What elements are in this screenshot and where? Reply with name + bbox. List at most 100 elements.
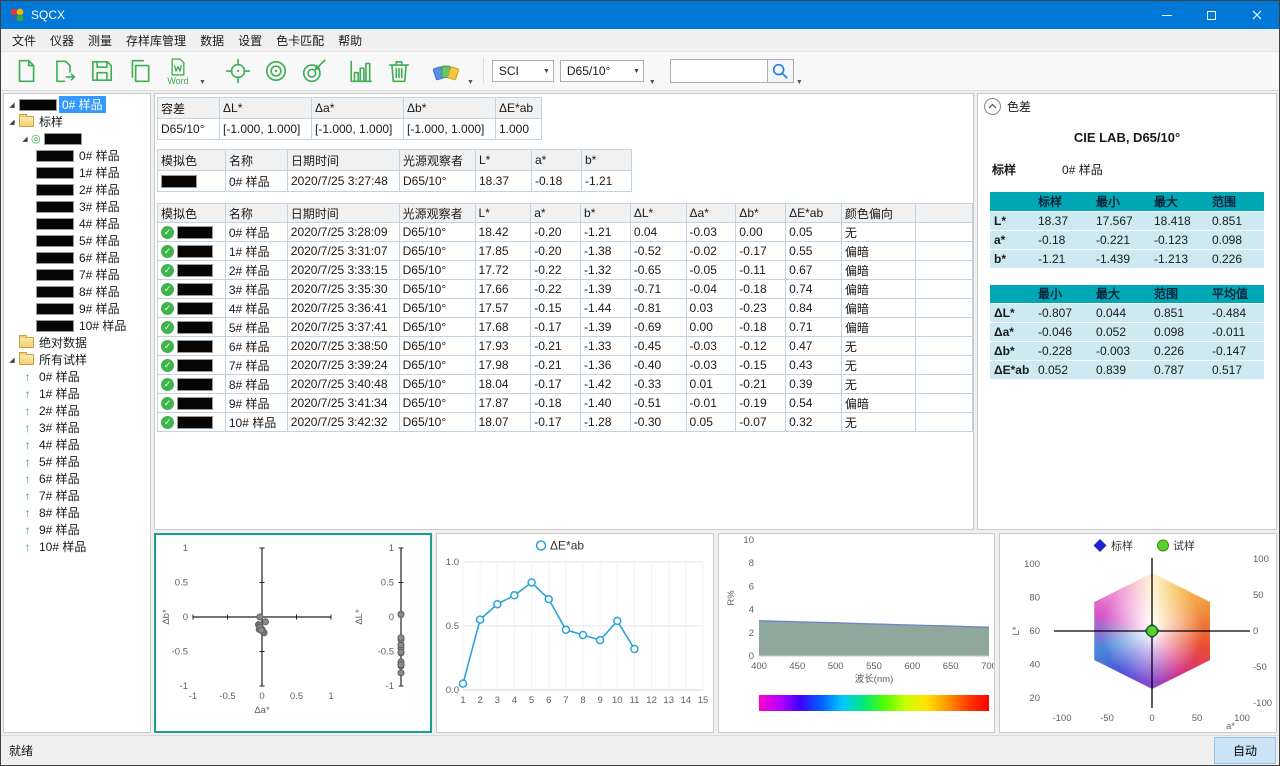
tree-trial-sample[interactable]: ↑8# 样品	[4, 504, 150, 521]
close-button[interactable]	[1234, 1, 1279, 29]
tree-trial-sample[interactable]: ↑10# 样品	[4, 538, 150, 555]
menu-item[interactable]: 数据	[193, 29, 231, 52]
tree-standard-node[interactable]: ◢◎	[4, 130, 150, 147]
tolerance-header-cell[interactable]: Δa*	[312, 98, 404, 119]
illuminant-dropdown[interactable]: D65/10°▼	[560, 60, 644, 82]
copy-button[interactable]	[122, 53, 158, 89]
tree-standard-sample[interactable]: 10# 样品	[4, 317, 150, 334]
standard-row[interactable]: 0# 样品2020/7/25 3:27:48D65/10°18.37-0.18-…	[158, 171, 632, 192]
calibrate-button[interactable]	[220, 53, 256, 89]
samples-header-cell[interactable]: 名称	[225, 204, 287, 223]
samples-header-cell[interactable]: 日期时间	[287, 204, 399, 223]
tree-standard-sample[interactable]: 9# 样品	[4, 300, 150, 317]
export-word-button[interactable]: Word	[160, 53, 196, 89]
minimize-button[interactable]	[1144, 1, 1189, 29]
samples-header-cell[interactable]: 颜色偏向	[841, 204, 915, 223]
tree-trial-sample[interactable]: ↑5# 样品	[4, 453, 150, 470]
chart-scatter-delta-ab[interactable]: -1-0.500.5110.50-0.5-1Δa*Δb*10.50-0.5-1Δ…	[154, 533, 432, 733]
standard-header-cell[interactable]: 模拟色	[158, 150, 226, 171]
strip-point[interactable]	[398, 635, 404, 641]
tree-standard-sample[interactable]: 7# 样品	[4, 266, 150, 283]
measure-sample-button[interactable]	[296, 53, 332, 89]
samples-header-cell[interactable]: 模拟色	[158, 204, 226, 223]
tree-standard-sample[interactable]: 0# 样品	[4, 147, 150, 164]
open-document-button[interactable]	[46, 53, 82, 89]
tree-standard-sample[interactable]: 4# 样品	[4, 215, 150, 232]
scatter-point[interactable]	[258, 627, 264, 633]
strip-point[interactable]	[398, 670, 404, 676]
line-point[interactable]	[528, 579, 535, 586]
tree-standard-sample[interactable]: 5# 样品	[4, 232, 150, 249]
sample-row[interactable]: ✓5# 样品2020/7/25 3:37:41D65/10°17.68-0.17…	[158, 318, 973, 337]
sample-row[interactable]: ✓7# 样品2020/7/25 3:39:24D65/10°17.98-0.21…	[158, 356, 973, 375]
line-point[interactable]	[476, 616, 483, 623]
delete-button[interactable]	[381, 53, 417, 89]
standard-header-cell[interactable]: 光源观察者	[400, 150, 476, 171]
chart-lab-gamut[interactable]: 标样试样10080604020L*100500-50-100-100-50050…	[999, 533, 1277, 733]
toolbar-overflow-caret[interactable]: ▼	[796, 79, 803, 86]
samples-header-cell[interactable]: Δb*	[736, 204, 786, 223]
collapse-panel-button[interactable]	[984, 98, 1001, 115]
line-point[interactable]	[545, 596, 552, 603]
trial-point[interactable]	[1147, 626, 1158, 637]
tree-trial-sample[interactable]: ↑0# 样品	[4, 368, 150, 385]
line-point[interactable]	[511, 592, 518, 599]
new-document-button[interactable]	[8, 53, 44, 89]
tree-standard-sample[interactable]: 2# 样品	[4, 181, 150, 198]
sample-row[interactable]: ✓10# 样品2020/7/25 3:42:32D65/10°18.07-0.1…	[158, 413, 973, 432]
menu-item[interactable]: 仪器	[43, 29, 81, 52]
sample-row[interactable]: ✓4# 样品2020/7/25 3:36:41D65/10°17.57-0.15…	[158, 299, 973, 318]
tree-standard-sample[interactable]: 6# 样品	[4, 249, 150, 266]
auto-mode-button[interactable]: 自动	[1214, 737, 1276, 764]
standard-header-cell[interactable]: b*	[582, 150, 632, 171]
samples-header-cell[interactable]: 光源观察者	[399, 204, 475, 223]
scatter-point[interactable]	[257, 614, 263, 620]
tolerance-header-cell[interactable]: ΔE*ab	[496, 98, 542, 119]
chart-spectral-reflectance[interactable]: 0246810400450500550600650700R%波长(nm)	[718, 533, 996, 733]
sample-row[interactable]: ✓2# 样品2020/7/25 3:33:15D65/10°17.72-0.22…	[158, 261, 973, 280]
samples-header-cell[interactable]: ΔL*	[630, 204, 686, 223]
tree-trial-sample[interactable]: ↑6# 样品	[4, 470, 150, 487]
measure-standard-button[interactable]	[258, 53, 294, 89]
color-simulation-button[interactable]	[428, 53, 464, 89]
menu-item[interactable]: 色卡匹配	[269, 29, 331, 52]
menu-item[interactable]: 帮助	[331, 29, 369, 52]
sample-row[interactable]: ✓0# 样品2020/7/25 3:28:09D65/10°18.42-0.20…	[158, 223, 973, 242]
tolerance-header-cell[interactable]: Δb*	[404, 98, 496, 119]
tree-standard-sample[interactable]: 8# 样品	[4, 283, 150, 300]
sample-row[interactable]: ✓1# 样品2020/7/25 3:31:07D65/10°17.85-0.20…	[158, 242, 973, 261]
line-point[interactable]	[562, 626, 569, 633]
tolerance-row[interactable]: D65/10°[-1.000, 1.000][-1.000, 1.000][-1…	[158, 119, 542, 140]
tree-trial-sample[interactable]: ↑3# 样品	[4, 419, 150, 436]
toolbar-overflow-caret[interactable]: ▼	[649, 79, 656, 86]
save-button[interactable]	[84, 53, 120, 89]
chart-delta-e-trend[interactable]: ΔE*ab0.00.51.0123456789101112131415	[436, 533, 714, 733]
tree-trial-sample[interactable]: ↑4# 样品	[4, 436, 150, 453]
search-button[interactable]	[768, 59, 794, 83]
standard-header-cell[interactable]: L*	[476, 150, 532, 171]
standard-header-cell[interactable]: 名称	[226, 150, 288, 171]
line-point[interactable]	[631, 646, 638, 653]
samples-header-cell[interactable]: L*	[475, 204, 531, 223]
tree-folder-trials[interactable]: ◢所有试样	[4, 351, 150, 368]
menu-item[interactable]: 设置	[231, 29, 269, 52]
line-point[interactable]	[614, 617, 621, 624]
standard-header-cell[interactable]: 日期时间	[288, 150, 400, 171]
tree-folder-absolute[interactable]: 绝对数据	[4, 334, 150, 351]
samples-header-cell[interactable]: a*	[531, 204, 581, 223]
tree-trial-sample[interactable]: ↑7# 样品	[4, 487, 150, 504]
tree-trial-sample[interactable]: ↑9# 样品	[4, 521, 150, 538]
standard-header-cell[interactable]: a*	[532, 150, 582, 171]
tree-folder-standards[interactable]: ◢标样	[4, 113, 150, 130]
toolbar-overflow-caret[interactable]: ▼	[467, 79, 474, 86]
menu-item[interactable]: 文件	[5, 29, 43, 52]
line-point[interactable]	[579, 632, 586, 639]
tolerance-header-cell[interactable]: ΔL*	[220, 98, 312, 119]
strip-point[interactable]	[398, 611, 404, 617]
line-point[interactable]	[459, 680, 466, 687]
tree-trial-sample[interactable]: ↑1# 样品	[4, 385, 150, 402]
samples-header-cell[interactable]: Δa*	[686, 204, 736, 223]
samples-header-cell[interactable]: ΔE*ab	[786, 204, 842, 223]
tree-standard-sample[interactable]: 1# 样品	[4, 164, 150, 181]
menu-item[interactable]: 测量	[81, 29, 119, 52]
